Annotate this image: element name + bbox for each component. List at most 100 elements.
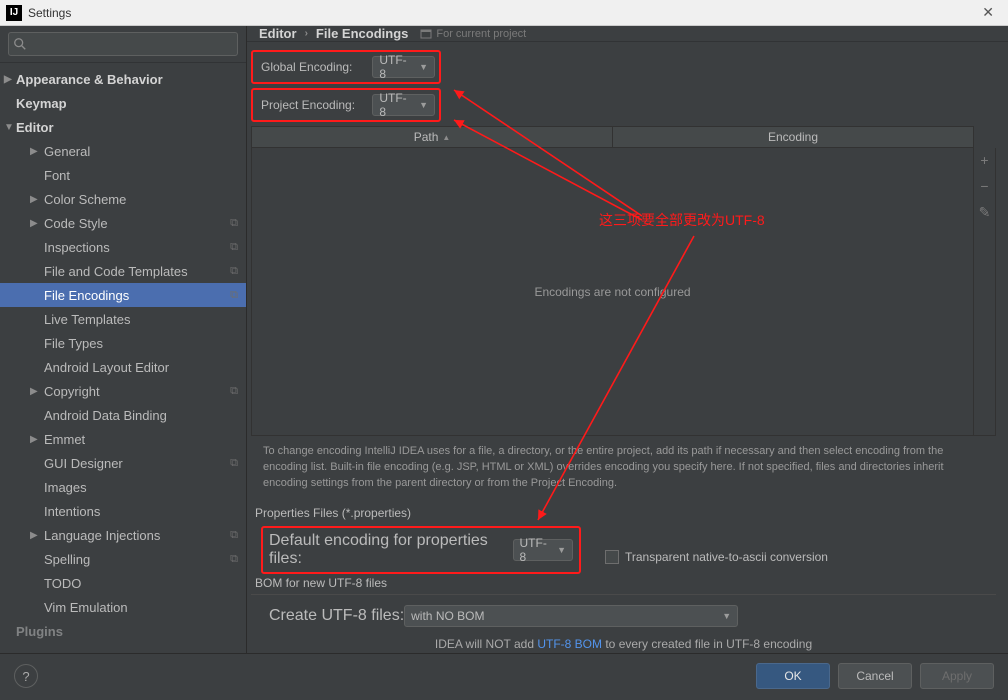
cancel-button[interactable]: Cancel xyxy=(838,663,912,689)
tree-item-android-layout-editor[interactable]: Android Layout Editor xyxy=(0,355,246,379)
tree-item-live-templates[interactable]: Live Templates xyxy=(0,307,246,331)
close-icon[interactable]: ✕ xyxy=(974,4,1002,21)
chevron-right-icon: › xyxy=(305,28,308,39)
tree-item-font[interactable]: Font xyxy=(0,163,246,187)
edit-icon[interactable]: ✎ xyxy=(979,204,991,221)
project-scope-icon: ⧉ xyxy=(230,385,238,398)
tree-item-appearance-behavior[interactable]: ▶Appearance & Behavior xyxy=(0,67,246,91)
add-icon[interactable]: + xyxy=(980,152,988,168)
annotation-text: 这三项要全部更改为UTF-8 xyxy=(599,210,765,230)
properties-encoding-combo[interactable]: UTF-8▼ xyxy=(513,539,574,561)
window-title: Settings xyxy=(28,6,71,20)
col-path[interactable]: Path▲ xyxy=(252,127,613,147)
ok-button[interactable]: OK xyxy=(756,663,830,689)
global-encoding-label: Global Encoding: xyxy=(257,60,372,74)
button-bar: ? OK Cancel Apply xyxy=(0,653,1008,698)
tree-item-label: Editor xyxy=(16,120,54,135)
utf8-bom-link[interactable]: UTF-8 BOM xyxy=(537,637,602,651)
table-toolbar: + − ✎ xyxy=(973,148,995,435)
titlebar: IJ Settings ✕ xyxy=(0,0,1008,26)
project-encoding-label: Project Encoding: xyxy=(257,98,372,112)
chevron-right-icon: ▶ xyxy=(30,530,40,541)
tree-item-code-style[interactable]: ▶Code Style⧉ xyxy=(0,211,246,235)
chevron-down-icon: ▼ xyxy=(4,122,14,133)
tree-item-label: Images xyxy=(44,480,87,495)
tree-item-label: Intentions xyxy=(44,504,100,519)
tree-item-label: Android Layout Editor xyxy=(44,360,169,375)
tree-item-label: General xyxy=(44,144,90,159)
tree-item-label: TODO xyxy=(44,576,81,591)
tree-item-android-data-binding[interactable]: Android Data Binding xyxy=(0,403,246,427)
chevron-right-icon: ▶ xyxy=(30,218,40,229)
tree-item-images[interactable]: Images xyxy=(0,475,246,499)
tree-item-label: Plugins xyxy=(16,624,63,639)
tree-item-file-encodings[interactable]: File Encodings⧉ xyxy=(0,283,246,307)
breadcrumb: Editor › File Encodings For current proj… xyxy=(247,26,1008,42)
global-encoding-combo[interactable]: UTF-8▼ xyxy=(372,56,435,78)
tree-item-label: Color Scheme xyxy=(44,192,126,207)
col-encoding[interactable]: Encoding xyxy=(613,127,973,147)
apply-button[interactable]: Apply xyxy=(920,663,994,689)
chevron-right-icon: ▶ xyxy=(30,194,40,205)
sort-icon: ▲ xyxy=(442,133,450,142)
project-scope-icon: ⧉ xyxy=(230,553,238,566)
caret-down-icon: ▼ xyxy=(419,62,428,72)
tree-item-label: Emmet xyxy=(44,432,85,447)
properties-section-title: Properties Files (*.properties) xyxy=(251,506,996,520)
current-project-badge: For current project xyxy=(420,28,526,40)
breadcrumb-encodings: File Encodings xyxy=(316,26,408,41)
tree-item-gui-designer[interactable]: GUI Designer ⧉ xyxy=(0,451,246,475)
tree-item-label: Live Templates xyxy=(44,312,130,327)
project-scope-icon: ⧉ xyxy=(230,265,238,278)
tree-item-intentions[interactable]: Intentions xyxy=(0,499,246,523)
settings-tree: ▶Appearance & BehaviorKeymap▼Editor▶Gene… xyxy=(0,63,246,653)
create-utf8-combo[interactable]: with NO BOM▼ xyxy=(404,605,738,627)
sidebar: ▶Appearance & BehaviorKeymap▼Editor▶Gene… xyxy=(0,26,247,653)
help-text: To change encoding IntelliJ IDEA uses fo… xyxy=(251,436,996,498)
tree-item-label: Inspections xyxy=(44,240,110,255)
tree-item-language-injections[interactable]: ▶ Language Injections ⧉ xyxy=(0,523,246,547)
tree-item-vim-emulation[interactable]: Vim Emulation xyxy=(0,595,246,619)
properties-encoding-label: Default encoding for properties files: xyxy=(269,532,513,568)
help-button[interactable]: ? xyxy=(14,664,38,688)
tree-item-todo[interactable]: TODO xyxy=(0,571,246,595)
tree-item-copyright[interactable]: ▶Copyright⧉ xyxy=(0,379,246,403)
encoding-table-header: Path▲ Encoding xyxy=(251,126,974,148)
project-scope-icon: ⧉ xyxy=(230,241,238,254)
transparent-checkbox[interactable] xyxy=(605,550,619,564)
tree-item-general[interactable]: ▶ General xyxy=(0,139,246,163)
tree-item-file-types[interactable]: File Types xyxy=(0,331,246,355)
project-scope-icon: ⧉ xyxy=(230,217,238,230)
tree-item-color-scheme[interactable]: ▶ Color Scheme xyxy=(0,187,246,211)
tree-item-editor[interactable]: ▼Editor xyxy=(0,115,246,139)
bom-section-title: BOM for new UTF-8 files xyxy=(251,576,996,595)
tree-item-label: Spelling xyxy=(44,552,90,567)
caret-down-icon: ▼ xyxy=(722,611,731,621)
tree-item-keymap[interactable]: Keymap xyxy=(0,91,246,115)
tree-item-label: Language Injections xyxy=(44,528,160,543)
encoding-table-body: Encodings are not configured xyxy=(252,148,973,435)
app-icon: IJ xyxy=(6,5,22,21)
caret-down-icon: ▼ xyxy=(557,545,566,555)
tree-item-label: Android Data Binding xyxy=(44,408,167,423)
tree-item-label: Vim Emulation xyxy=(44,600,128,615)
remove-icon[interactable]: − xyxy=(980,178,988,194)
tree-item-plugins[interactable]: Plugins xyxy=(0,619,246,643)
tree-item-label: File Types xyxy=(44,336,103,351)
tree-item-label: Font xyxy=(44,168,70,183)
tree-item-label: File and Code Templates xyxy=(44,264,188,279)
project-scope-icon: ⧉ xyxy=(230,529,238,542)
chevron-right-icon: ▶ xyxy=(30,146,40,157)
create-utf8-label: Create UTF-8 files: xyxy=(269,607,404,625)
tree-item-label: GUI Designer xyxy=(44,456,123,471)
search-input[interactable] xyxy=(8,32,238,56)
tree-item-inspections[interactable]: Inspections ⧉ xyxy=(0,235,246,259)
project-encoding-combo[interactable]: UTF-8▼ xyxy=(372,94,435,116)
transparent-label: Transparent native-to-ascii conversion xyxy=(625,550,828,564)
tree-item-file-and-code-templates[interactable]: File and Code Templates ⧉ xyxy=(0,259,246,283)
tree-item-spelling[interactable]: Spelling ⧉ xyxy=(0,547,246,571)
project-scope-icon: ⧉ xyxy=(230,457,238,470)
tree-item-label: Keymap xyxy=(16,96,67,111)
bom-note: IDEA will NOT add UTF-8 BOM to every cre… xyxy=(251,631,996,653)
tree-item-emmet[interactable]: ▶Emmet xyxy=(0,427,246,451)
